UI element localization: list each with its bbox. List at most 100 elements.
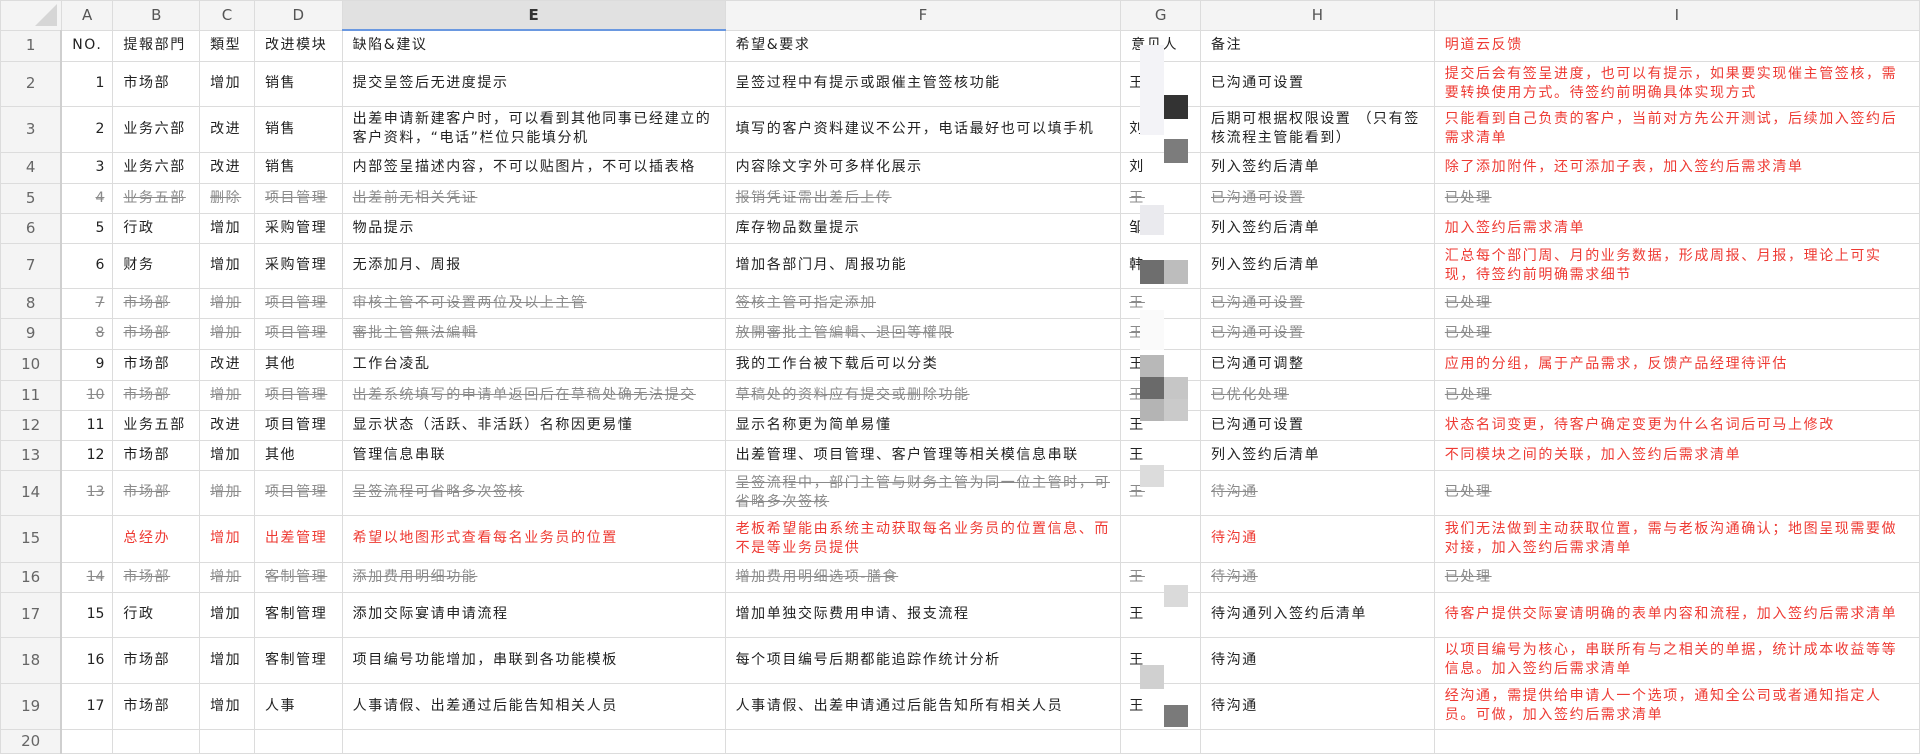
cell-defect-suggestion[interactable]: 显示状态（活跃、非活跃）名称因更易懂 [341, 409, 726, 441]
cell-defect-suggestion[interactable]: 出差前无相关凭证 [341, 182, 726, 214]
row-number[interactable]: 19 [0, 682, 63, 730]
cell-commenter[interactable]: 刘 [1120, 151, 1201, 184]
row-number[interactable]: 12 [0, 409, 63, 441]
cell-feedback[interactable]: 已处理 [1433, 287, 1920, 319]
cell-no[interactable]: 9 [60, 348, 114, 381]
cell-remark[interactable]: 待沟通 [1200, 682, 1435, 730]
empty-cell[interactable] [253, 728, 343, 754]
spreadsheet-grid[interactable]: ABCDEFGHI 1 NO. 提報部門 類型 改进模块 缺陷&建议 希望&要求 意见人 备注明… [0, 0, 1920, 754]
empty-cell[interactable] [60, 728, 114, 754]
cell-type[interactable]: 增加 [199, 636, 255, 684]
cell-no[interactable]: 1 [60, 60, 114, 107]
cell-no[interactable]: 3 [60, 151, 114, 184]
cell-defect-suggestion[interactable]: 物品提示 [341, 212, 726, 244]
cell-department[interactable]: 业务六部 [112, 151, 201, 184]
cell-no[interactable]: 4 [60, 182, 114, 214]
cell-request[interactable]: 呈签过程中有提示或跟催主管签核功能 [724, 60, 1122, 107]
cell-no[interactable]: 15 [60, 591, 114, 638]
cell-department[interactable]: 市场部 [112, 561, 201, 593]
cell-request[interactable]: 内容除文字外可多样化展示 [724, 151, 1122, 184]
cell-type[interactable]: 增加 [199, 514, 255, 563]
cell-commenter[interactable]: 王 [1120, 287, 1201, 319]
cell-commenter[interactable]: 王 [1120, 348, 1201, 381]
cell-no[interactable]: 2 [60, 105, 114, 153]
cell-no[interactable]: 8 [60, 317, 114, 350]
column-header-b[interactable]: B [112, 0, 201, 31]
cell-defect-suggestion[interactable]: 无添加月、周报 [341, 242, 726, 289]
cell-type[interactable]: 增加 [199, 439, 255, 471]
empty-cell[interactable] [1120, 728, 1201, 754]
cell-type[interactable]: 改进 [199, 348, 255, 381]
cell-remark[interactable]: 列入签约后清单 [1200, 212, 1435, 244]
cell-feedback[interactable]: 提交后会有签呈进度，也可以有提示，如果要实现催主管签核，需要转换使用方式。待签约… [1433, 60, 1920, 107]
cell-remark[interactable]: 已沟通可设置 [1200, 182, 1435, 214]
cell-commenter[interactable] [1120, 514, 1201, 563]
cell-department[interactable]: 业务六部 [112, 105, 201, 153]
column-header-h[interactable]: H [1200, 0, 1435, 31]
empty-cell[interactable] [1433, 728, 1920, 754]
header-cell-no[interactable]: NO. [60, 29, 114, 62]
cell-module[interactable]: 客制管理 [253, 591, 343, 638]
header-cell-type[interactable]: 類型 [199, 29, 255, 62]
cell-department[interactable]: 市场部 [112, 682, 201, 730]
empty-cell[interactable] [341, 728, 726, 754]
column-header-c[interactable]: C [199, 0, 255, 31]
cell-defect-suggestion[interactable]: 出差系统填写的申请单返回后在草稿处确无法提交 [341, 379, 726, 411]
cell-department[interactable]: 市场部 [112, 287, 201, 319]
cell-department[interactable]: 总经办 [112, 514, 201, 563]
cell-feedback[interactable]: 除了添加附件，还可添加子表，加入签约后需求清单 [1433, 151, 1920, 184]
cell-feedback[interactable]: 加入签约后需求清单 [1433, 212, 1920, 244]
cell-remark[interactable]: 待沟通 [1200, 469, 1435, 516]
column-header-i[interactable]: I [1433, 0, 1920, 31]
row-number[interactable]: 20 [0, 728, 63, 754]
cell-request[interactable]: 显示名称更为简单易懂 [724, 409, 1122, 441]
cell-feedback[interactable]: 我们无法做到主动获取位置，需与老板沟通确认；地图呈现需要做对接，加入签约后需求清… [1433, 514, 1920, 563]
row-number[interactable]: 7 [0, 242, 63, 289]
column-header-f[interactable]: F [724, 0, 1122, 31]
cell-feedback[interactable]: 已处理 [1433, 469, 1920, 516]
row-number[interactable]: 17 [0, 591, 63, 638]
cell-commenter[interactable]: 王 [1120, 379, 1201, 411]
cell-remark[interactable]: 列入签约后清单 [1200, 242, 1435, 289]
cell-feedback[interactable]: 已处理 [1433, 379, 1920, 411]
cell-type[interactable]: 增加 [199, 212, 255, 244]
cell-remark[interactable]: 后期可根据权限设置 （只有签核流程主管能看到） [1200, 105, 1435, 153]
cell-module[interactable]: 其他 [253, 348, 343, 381]
cell-type[interactable]: 增加 [199, 682, 255, 730]
cell-type[interactable]: 删除 [199, 182, 255, 214]
row-number[interactable]: 11 [0, 379, 63, 411]
cell-type[interactable]: 增加 [199, 591, 255, 638]
cell-department[interactable]: 市场部 [112, 60, 201, 107]
cell-commenter[interactable]: 王 [1120, 636, 1201, 684]
cell-defect-suggestion[interactable]: 出差申请新建客户时，可以看到其他同事已经建立的客户资料，“电话”栏位只能填分机 [341, 105, 726, 153]
cell-remark[interactable]: 列入签约后清单 [1200, 439, 1435, 471]
cell-type[interactable]: 增加 [199, 242, 255, 289]
cell-department[interactable]: 市场部 [112, 317, 201, 350]
cell-request[interactable]: 签核主管可指定添加 [724, 287, 1122, 319]
header-cell-request[interactable]: 希望&要求 [724, 29, 1122, 62]
empty-cell[interactable] [112, 728, 201, 754]
cell-feedback[interactable]: 应用的分组，属于产品需求，反馈产品经理待评估 [1433, 348, 1920, 381]
cell-defect-suggestion[interactable]: 審批主管無法編輯 [341, 317, 726, 350]
cell-module[interactable]: 销售 [253, 105, 343, 153]
cell-module[interactable]: 出差管理 [253, 514, 343, 563]
cell-request[interactable]: 库存物品数量提示 [724, 212, 1122, 244]
empty-cell[interactable] [724, 728, 1122, 754]
column-header-a[interactable]: A [60, 0, 114, 31]
cell-defect-suggestion[interactable]: 呈签流程可省略多次签核 [341, 469, 726, 516]
cell-request[interactable]: 增加费用明细选项-膳食 [724, 561, 1122, 593]
cell-department[interactable]: 市场部 [112, 379, 201, 411]
cell-defect-suggestion[interactable]: 添加费用明细功能 [341, 561, 726, 593]
cell-request[interactable]: 草稿处的资料应有提交或删除功能 [724, 379, 1122, 411]
cell-feedback[interactable]: 状态名词变更，待客户确定变更为什么名词后可马上修改 [1433, 409, 1920, 441]
cell-module[interactable]: 项目管理 [253, 409, 343, 441]
cell-department[interactable]: 市场部 [112, 348, 201, 381]
row-number[interactable]: 1 [0, 29, 63, 62]
cell-remark[interactable]: 已沟通可设置 [1200, 60, 1435, 107]
row-number[interactable]: 18 [0, 636, 63, 684]
cell-type[interactable]: 改进 [199, 105, 255, 153]
cell-defect-suggestion[interactable]: 项目编号功能增加，串联到各功能模板 [341, 636, 726, 684]
cell-remark[interactable]: 待沟通列入签约后清单 [1200, 591, 1435, 638]
row-number[interactable]: 9 [0, 317, 63, 350]
cell-request[interactable]: 我的工作台被下载后可以分类 [724, 348, 1122, 381]
